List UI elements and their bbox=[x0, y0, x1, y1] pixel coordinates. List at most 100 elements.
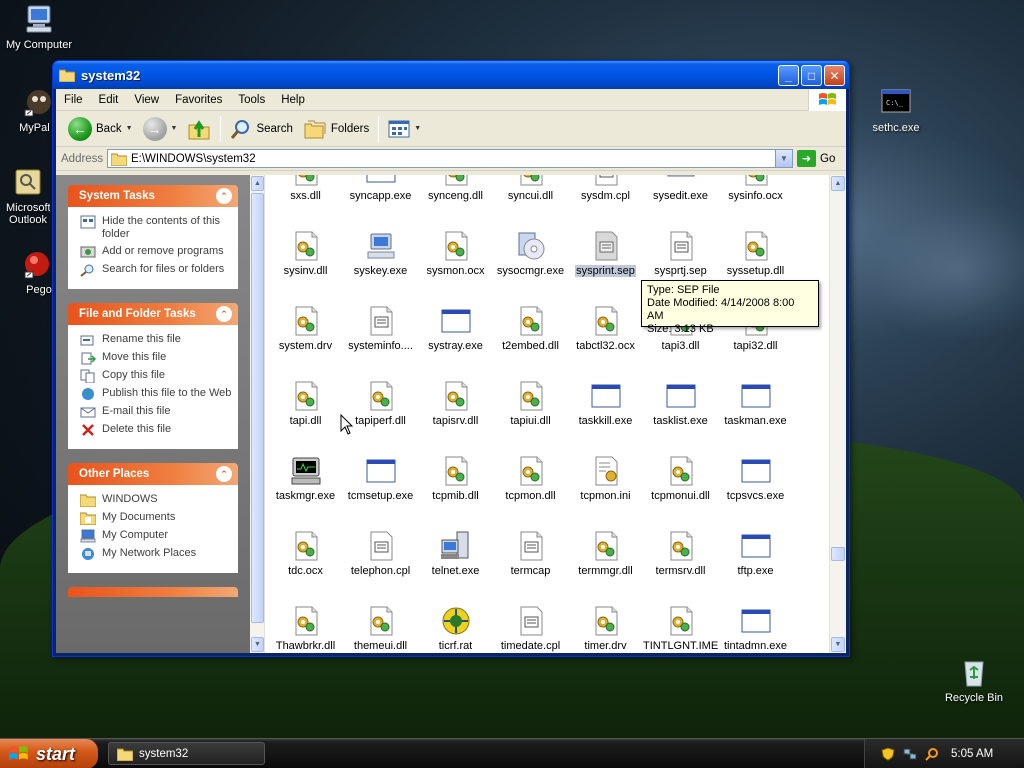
maximize-button[interactable]: □ bbox=[801, 65, 822, 86]
file-folder-tasks-header[interactable]: File and Folder Tasks ⌃ bbox=[68, 303, 238, 325]
task-hide-contents[interactable]: Hide the contents of this folder bbox=[80, 215, 232, 241]
file-item[interactable]: tapiui.dll bbox=[493, 380, 568, 430]
file-item[interactable]: system.drv bbox=[268, 305, 343, 355]
scrollbar-thumb[interactable] bbox=[831, 547, 845, 561]
place-my-network-places[interactable]: My Network Places bbox=[80, 547, 232, 561]
task-copy[interactable]: Copy this file bbox=[80, 369, 232, 383]
clock[interactable]: 5:05 AM bbox=[951, 748, 993, 760]
file-item[interactable]: t2embed.dll bbox=[493, 305, 568, 355]
file-item[interactable]: telephon.cpl bbox=[343, 530, 418, 580]
place-my-documents[interactable]: My Documents bbox=[80, 511, 232, 525]
task-email[interactable]: E-mail this file bbox=[80, 405, 232, 419]
search-button[interactable]: Search bbox=[226, 114, 296, 144]
file-item[interactable]: taskkill.exe bbox=[568, 380, 643, 430]
start-button[interactable]: start bbox=[0, 739, 98, 768]
back-button[interactable]: ← Back ▼ bbox=[64, 114, 137, 144]
menu-view[interactable]: View bbox=[126, 94, 167, 106]
go-button[interactable]: ➜ Go bbox=[797, 150, 835, 167]
file-item[interactable]: ticrf.rat bbox=[418, 605, 493, 653]
file-item[interactable]: termcap bbox=[493, 530, 568, 580]
desktop-icon-my-computer[interactable]: My Computer bbox=[0, 3, 78, 51]
file-item[interactable]: telnet.exe bbox=[418, 530, 493, 580]
scroll-down-arrow-icon[interactable]: ▼ bbox=[251, 637, 264, 652]
file-item[interactable]: tcpsvcs.exe bbox=[718, 455, 793, 505]
file-item[interactable]: tcpmon.dll bbox=[493, 455, 568, 505]
file-item[interactable]: tintadmn.exe bbox=[718, 605, 793, 653]
menu-help[interactable]: Help bbox=[273, 94, 313, 106]
file-item[interactable]: syskey.exe bbox=[343, 230, 418, 280]
file-item[interactable]: tftp.exe bbox=[718, 530, 793, 580]
file-item[interactable]: sysinv.dll bbox=[268, 230, 343, 280]
pane-splitter-scrollbar[interactable]: ▲ ▼ bbox=[250, 175, 265, 653]
task-rename[interactable]: Rename this file bbox=[80, 333, 232, 347]
file-item[interactable]: sysmon.ocx bbox=[418, 230, 493, 280]
collapse-chevron-icon[interactable]: ⌃ bbox=[216, 466, 232, 482]
file-item[interactable]: timer.drv bbox=[568, 605, 643, 653]
folders-button[interactable]: Folders bbox=[299, 114, 373, 144]
menu-favorites[interactable]: Favorites bbox=[167, 94, 230, 106]
task-add-remove-programs[interactable]: Add or remove programs bbox=[80, 245, 232, 259]
file-item[interactable]: syncui.dll bbox=[493, 175, 568, 205]
menu-edit[interactable]: Edit bbox=[91, 94, 127, 106]
task-delete[interactable]: Delete this file bbox=[80, 423, 232, 437]
address-input[interactable]: E:\WINDOWS\system32 ▼ bbox=[107, 149, 793, 168]
file-item[interactable]: syssetup.dll bbox=[718, 230, 793, 280]
security-shield-icon[interactable] bbox=[881, 747, 895, 761]
desktop-icon-recycle-bin[interactable]: Recycle Bin bbox=[935, 656, 1013, 704]
file-item[interactable]: sysprtj.sep bbox=[643, 230, 718, 280]
file-item[interactable]: tcpmonui.dll bbox=[643, 455, 718, 505]
file-item[interactable]: taskmgr.exe bbox=[268, 455, 343, 505]
place-my-computer[interactable]: My Computer bbox=[80, 529, 232, 543]
file-item[interactable]: tapisrv.dll bbox=[418, 380, 493, 430]
file-item[interactable]: sxs.dll bbox=[268, 175, 343, 205]
close-button[interactable]: ✕ bbox=[824, 65, 845, 86]
task-search-files[interactable]: Search for files or folders bbox=[80, 263, 232, 277]
vertical-scrollbar[interactable]: ▲ ▼ bbox=[829, 175, 846, 653]
scroll-down-arrow-icon[interactable]: ▼ bbox=[831, 637, 845, 652]
collapse-chevron-icon[interactable]: ⌃ bbox=[216, 188, 232, 204]
system-tasks-header[interactable]: System Tasks ⌃ bbox=[68, 185, 238, 207]
other-places-header[interactable]: Other Places ⌃ bbox=[68, 463, 238, 485]
menu-file[interactable]: File bbox=[56, 94, 91, 106]
forward-button[interactable]: → ▼ bbox=[139, 114, 182, 144]
file-item[interactable]: tabctl32.ocx bbox=[568, 305, 643, 355]
scroll-up-arrow-icon[interactable]: ▲ bbox=[251, 176, 264, 191]
title-bar[interactable]: system32 _ □ ✕ bbox=[53, 61, 849, 89]
file-item[interactable]: synceng.dll bbox=[418, 175, 493, 205]
file-item[interactable]: sysprint.sep bbox=[568, 230, 643, 280]
file-item[interactable]: termmgr.dll bbox=[568, 530, 643, 580]
file-item[interactable]: sysocmgr.exe bbox=[493, 230, 568, 280]
file-item[interactable]: syncapp.exe bbox=[343, 175, 418, 205]
file-item[interactable]: tcmsetup.exe bbox=[343, 455, 418, 505]
place-windows[interactable]: WINDOWS bbox=[80, 493, 232, 507]
file-item[interactable]: taskman.exe bbox=[718, 380, 793, 430]
file-item[interactable]: tapiperf.dll bbox=[343, 380, 418, 430]
desktop-icon-outlook[interactable]: Microsoft Outlook bbox=[0, 166, 56, 231]
taskbar-button-system32[interactable]: system32 bbox=[108, 742, 265, 765]
file-item[interactable]: themeui.dll bbox=[343, 605, 418, 653]
file-item[interactable]: tcpmib.dll bbox=[418, 455, 493, 505]
collapse-chevron-icon[interactable]: ⌃ bbox=[216, 306, 232, 322]
file-item[interactable]: tasklist.exe bbox=[643, 380, 718, 430]
file-item[interactable]: Thawbrkr.dll bbox=[268, 605, 343, 653]
scroll-up-arrow-icon[interactable]: ▲ bbox=[831, 176, 845, 191]
file-item[interactable]: sysinfo.ocx bbox=[718, 175, 793, 205]
file-item[interactable]: sysdm.cpl bbox=[568, 175, 643, 205]
file-item[interactable]: systray.exe bbox=[418, 305, 493, 355]
desktop-icon-sethc[interactable]: C:\_ sethc.exe bbox=[857, 86, 935, 134]
file-item[interactable]: timedate.cpl bbox=[493, 605, 568, 653]
file-item[interactable]: TINTLGNT.IME bbox=[643, 605, 718, 653]
file-item[interactable]: tapi.dll bbox=[268, 380, 343, 430]
file-item[interactable]: termsrv.dll bbox=[643, 530, 718, 580]
minimize-button[interactable]: _ bbox=[778, 65, 799, 86]
file-item[interactable]: tcpmon.ini bbox=[568, 455, 643, 505]
file-item[interactable]: tdc.ocx bbox=[268, 530, 343, 580]
scrollbar-thumb[interactable] bbox=[251, 193, 264, 623]
search-icon[interactable] bbox=[925, 747, 939, 761]
menu-tools[interactable]: Tools bbox=[230, 94, 273, 106]
task-publish-web[interactable]: Publish this file to the Web bbox=[80, 387, 232, 401]
network-icon[interactable] bbox=[903, 747, 917, 761]
task-move[interactable]: Move this file bbox=[80, 351, 232, 365]
up-folder-button[interactable] bbox=[183, 114, 215, 144]
details-header[interactable] bbox=[68, 587, 238, 597]
